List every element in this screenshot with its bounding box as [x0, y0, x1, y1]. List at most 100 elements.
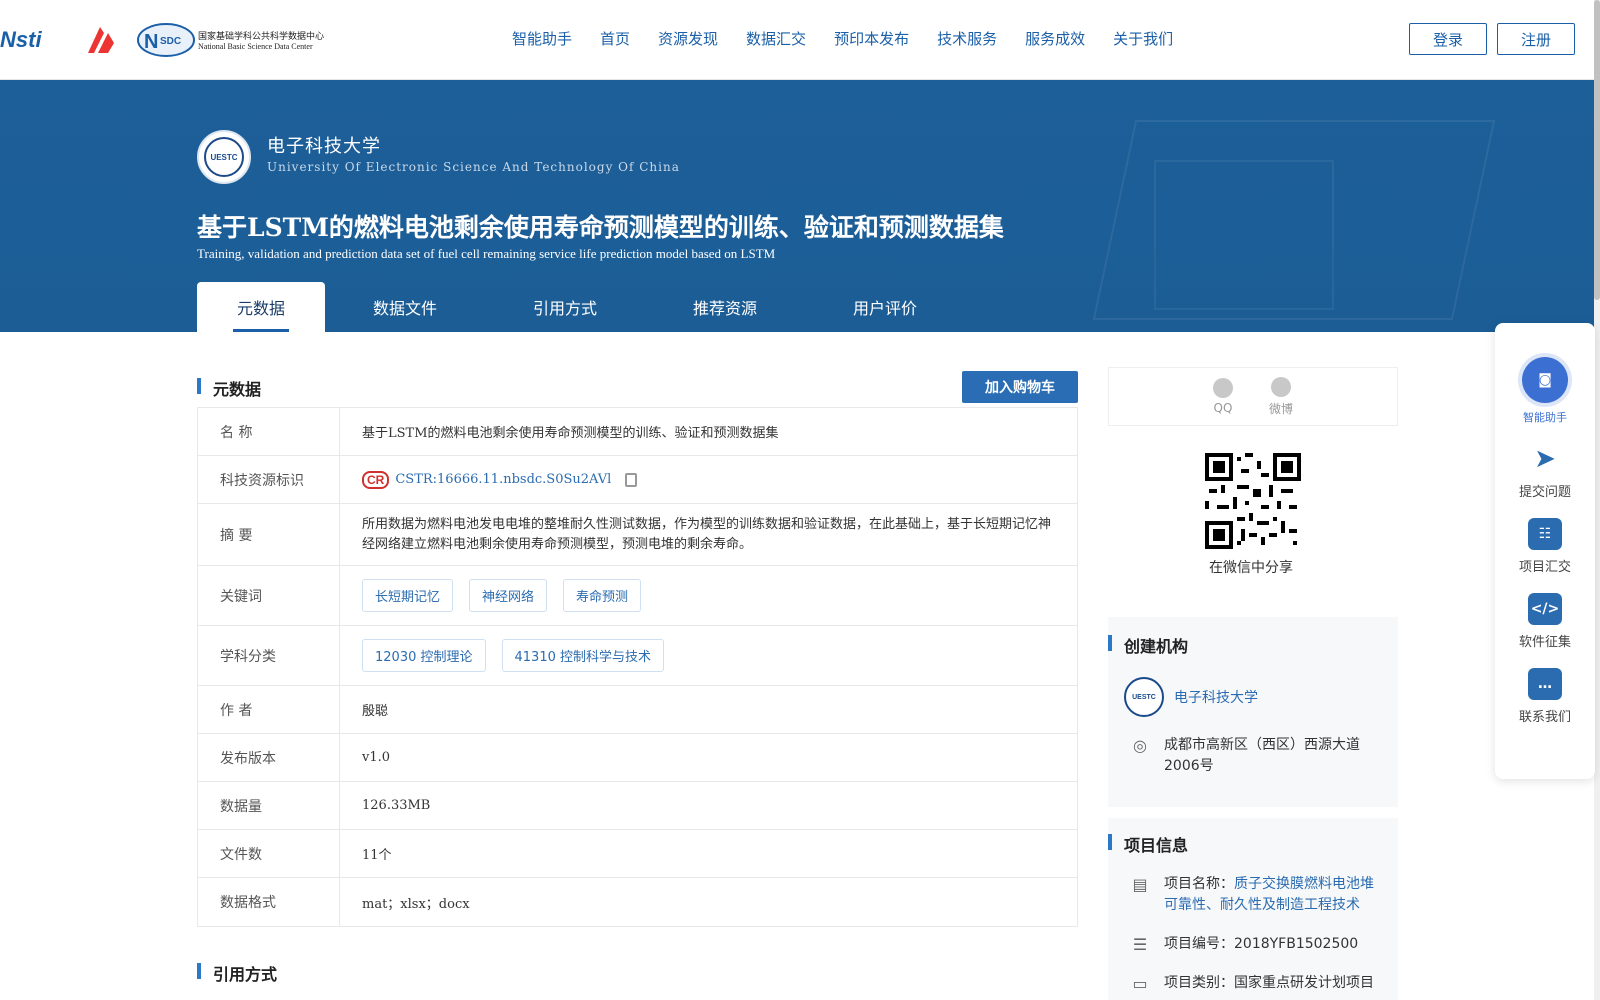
robot-icon: ◙: [1522, 357, 1568, 403]
field-value-author: 殷聪: [362, 704, 389, 719]
field-label: 作 者: [198, 686, 340, 733]
project-name-line: ▤ 项目名称：质子交换膜燃料电池堆可靠性、耐久性及制造工程技术: [1130, 874, 1380, 916]
field-value-abstract: 所用数据为燃料电池发电电堆的整堆耐久性测试数据，作为模型的训练数据和验证数据，在…: [362, 516, 1052, 552]
field-label: 发布版本: [198, 734, 340, 781]
partner-logo[interactable]: [82, 22, 120, 58]
field-label: 名 称: [198, 408, 340, 455]
metadata-section-title: 元数据: [197, 376, 261, 400]
dataset-title-en: Training, validation and prediction data…: [197, 246, 776, 261]
table-row: 关键词 长短期记忆 神经网络 寿命预测: [198, 566, 1077, 626]
nsti-logo[interactable]: Nsti: [0, 22, 42, 58]
project-number-label: 项目编号：: [1164, 936, 1234, 952]
project-type-line: ▭ 项目类别：国家重点研发计划项目: [1130, 973, 1380, 994]
list-icon: ☰: [1132, 934, 1148, 954]
cstr-icon: CR: [362, 470, 390, 489]
project-card: 项目信息 ▤ 项目名称：质子交换膜燃料电池堆可靠性、耐久性及制造工程技术 ☰ 项…: [1108, 818, 1398, 1000]
qq-icon: [1212, 378, 1233, 398]
float-label: 提交问题: [1518, 485, 1571, 500]
float-label: 项目汇交: [1518, 560, 1571, 575]
nav-item-resources[interactable]: 资源发现: [658, 28, 718, 49]
float-label: 联系我们: [1518, 710, 1571, 725]
metadata-table: 名 称 基于LSTM的燃料电池剩余使用寿命预测模型的训练、验证和预测数据集 科技…: [197, 407, 1078, 927]
cstr-link[interactable]: CSTR:16666.11.nbsdc.S0Su2AVl: [395, 472, 611, 487]
banner-decoration: [1154, 160, 1334, 310]
university-name-cn: 电子科技大学: [267, 136, 381, 157]
register-button[interactable]: 注册: [1497, 23, 1575, 55]
weibo-icon: [1270, 376, 1291, 397]
subject-tag[interactable]: 41310 控制科学与技术: [501, 639, 664, 672]
nav-item-about[interactable]: 关于我们: [1113, 28, 1173, 49]
org-entry[interactable]: UESTC 电子科技大学: [1124, 677, 1398, 717]
copy-icon[interactable]: [625, 472, 638, 487]
nav-item-ai-assistant[interactable]: 智能助手: [512, 28, 572, 49]
location-pin-icon: ◎: [1133, 735, 1147, 755]
project-section-title: 项目信息: [1108, 832, 1398, 856]
field-label: 文件数: [198, 830, 340, 877]
float-project-submit[interactable]: ☷ 项目汇交: [1495, 518, 1595, 575]
project-type-label: 项目类别：: [1164, 975, 1234, 991]
table-row: 数据格式 mat；xlsx；docx: [198, 878, 1077, 926]
table-row: 名 称 基于LSTM的燃料电池剩余使用寿命预测模型的训练、验证和预测数据集: [198, 408, 1077, 456]
citation-section-title: 引用方式: [197, 961, 277, 985]
share-panel: QQ 微博: [1108, 367, 1398, 426]
tab-recommended[interactable]: 推荐资源: [645, 282, 805, 332]
field-label: 数据量: [198, 782, 340, 829]
org-card: 创建机构 UESTC 电子科技大学 ◎ 成都市高新区（西区）西源大道2006号: [1108, 617, 1398, 807]
tab-citation[interactable]: 引用方式: [485, 282, 645, 332]
main-nav: 智能助手 首页 资源发现 数据汇交 预印本发布 技术服务 服务成效 关于我们: [512, 28, 1201, 49]
share-weibo-button[interactable]: 微博: [1269, 376, 1293, 417]
org-name-link[interactable]: 电子科技大学: [1174, 687, 1258, 707]
org-logo: UESTC: [1124, 677, 1164, 717]
table-row: 作 者 殷聪: [198, 686, 1077, 734]
org-section-title: 创建机构: [1108, 633, 1398, 657]
nav-item-data-submit[interactable]: 数据汇交: [746, 28, 806, 49]
login-button[interactable]: 登录: [1409, 23, 1487, 55]
tab-metadata[interactable]: 元数据: [197, 282, 325, 332]
nav-item-outcomes[interactable]: 服务成效: [1025, 28, 1085, 49]
nav-item-home[interactable]: 首页: [600, 28, 630, 49]
tab-data-files[interactable]: 数据文件: [325, 282, 485, 332]
field-value-version: v1.0: [362, 750, 391, 765]
dataset-header-banner: UESTC 电子科技大学 University Of Electronic Sc…: [0, 80, 1594, 332]
project-name-label: 项目名称：: [1164, 876, 1234, 892]
nsdc-logo-cn: 国家基础学科公共科学数据中心: [198, 32, 325, 42]
share-qq-button[interactable]: QQ: [1212, 378, 1233, 415]
field-label: 关键词: [198, 566, 340, 625]
float-ai-assistant[interactable]: ◙ 智能助手: [1495, 341, 1595, 425]
paper-plane-icon: ➤: [1534, 444, 1556, 474]
field-label: 数据格式: [198, 878, 340, 926]
keyword-tag[interactable]: 神经网络: [469, 579, 548, 612]
nsdc-logo[interactable]: N SDC 国家基础学科公共科学数据中心 National Basic Scien…: [136, 22, 348, 58]
float-label: 软件征集: [1518, 635, 1571, 650]
table-row: 发布版本 v1.0: [198, 734, 1077, 782]
wechat-share-label: 在微信中分享: [1209, 560, 1293, 576]
keyword-tag[interactable]: 寿命预测: [563, 579, 642, 612]
nav-item-tech-service[interactable]: 技术服务: [937, 28, 997, 49]
scrollbar-thumb[interactable]: [1594, 0, 1600, 300]
chat-bubble-icon: …: [1528, 668, 1562, 700]
folder-list-icon: ☷: [1528, 518, 1562, 550]
org-address-text: 成都市高新区（西区）西源大道2006号: [1164, 737, 1360, 774]
svg-text:N: N: [144, 31, 158, 53]
field-label: 摘 要: [198, 504, 340, 565]
bookmark-icon: ▭: [1132, 973, 1148, 993]
keyword-tag[interactable]: 长短期记忆: [362, 579, 454, 612]
float-submit-question[interactable]: ➤ 提交问题: [1495, 443, 1595, 500]
field-label: 科技资源标识: [198, 456, 340, 503]
field-label: 学科分类: [198, 626, 340, 685]
add-to-cart-button[interactable]: 加入购物车: [962, 371, 1078, 403]
project-number-line: ☰ 项目编号：2018YFB1502500: [1130, 934, 1380, 955]
cstr-identifier[interactable]: CR CSTR:16666.11.nbsdc.S0Su2AVl: [362, 470, 638, 489]
subject-tag[interactable]: 12030 控制理论: [362, 639, 486, 672]
nav-item-preprint[interactable]: 预印本发布: [834, 28, 909, 49]
org-address: ◎ 成都市高新区（西区）西源大道2006号: [1130, 735, 1380, 777]
university-logo: UESTC: [197, 130, 251, 184]
code-icon: </>: [1528, 593, 1562, 625]
float-contact-us[interactable]: … 联系我们: [1495, 668, 1595, 725]
table-row: 摘 要 所用数据为燃料电池发电电堆的整堆耐久性测试数据，作为模型的训练数据和验证…: [198, 504, 1077, 566]
wechat-qr-code: [1203, 451, 1303, 551]
field-value-name: 基于LSTM的燃料电池剩余使用寿命预测模型的训练、验证和预测数据集: [362, 426, 779, 441]
nsdc-logo-en: National Basic Science Data Center: [198, 42, 313, 51]
float-software-collect[interactable]: </> 软件征集: [1495, 593, 1595, 650]
tab-reviews[interactable]: 用户评价: [805, 282, 965, 332]
